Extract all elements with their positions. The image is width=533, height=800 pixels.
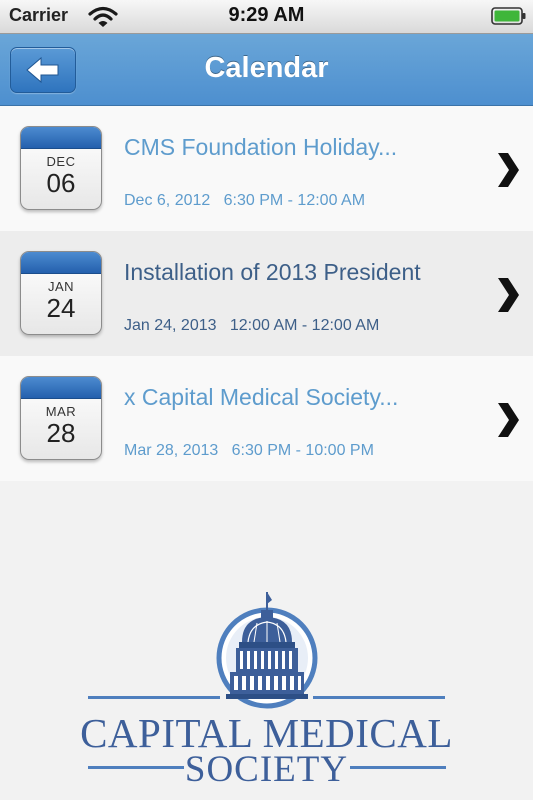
event-day: 28 [46, 418, 76, 448]
event-title: Installation of 2013 President [124, 259, 421, 285]
event-list: DEC 06 CMS Foundation Holiday... Dec 6, … [0, 106, 533, 481]
event-row[interactable]: MAR 28 x Capital Medical Society... Mar … [0, 356, 533, 481]
chevron-right-icon[interactable] [495, 276, 521, 314]
battery-icon [491, 7, 526, 25]
calendar-icon: JAN 24 [20, 251, 102, 335]
event-month: JAN [47, 279, 75, 294]
status-bar: Carrier 9:29 AM [0, 0, 533, 34]
event-day: 24 [46, 293, 76, 323]
event-title: CMS Foundation Holiday... [124, 134, 398, 160]
society-logo: CAPITAL MEDICAL SOCIETY [0, 590, 533, 800]
logo-text-society: SOCIETY [184, 749, 349, 790]
chevron-right-icon[interactable] [495, 151, 521, 189]
event-datetime: Jan 24, 2013 12:00 AM - 12:00 AM [124, 317, 380, 334]
event-datetime: Mar 28, 2013 6:30 PM - 10:00 PM [124, 442, 374, 459]
capitol-dome-icon [216, 592, 318, 709]
event-row[interactable]: JAN 24 Installation of 2013 President Ja… [0, 231, 533, 356]
event-row[interactable]: DEC 06 CMS Foundation Holiday... Dec 6, … [0, 106, 533, 231]
page-title: Calendar [204, 52, 329, 84]
status-time: 9:29 AM [228, 4, 305, 26]
calendar-icon: DEC 06 [20, 126, 102, 210]
event-datetime: Dec 6, 2012 6:30 PM - 12:00 AM [124, 192, 366, 209]
event-month: DEC [46, 154, 76, 169]
event-title: x Capital Medical Society... [124, 384, 399, 410]
calendar-icon: MAR 28 [20, 376, 102, 460]
event-month: MAR [45, 404, 77, 419]
nav-bar: Calendar [0, 34, 533, 106]
chevron-right-icon[interactable] [495, 401, 521, 439]
event-day: 06 [46, 168, 76, 198]
